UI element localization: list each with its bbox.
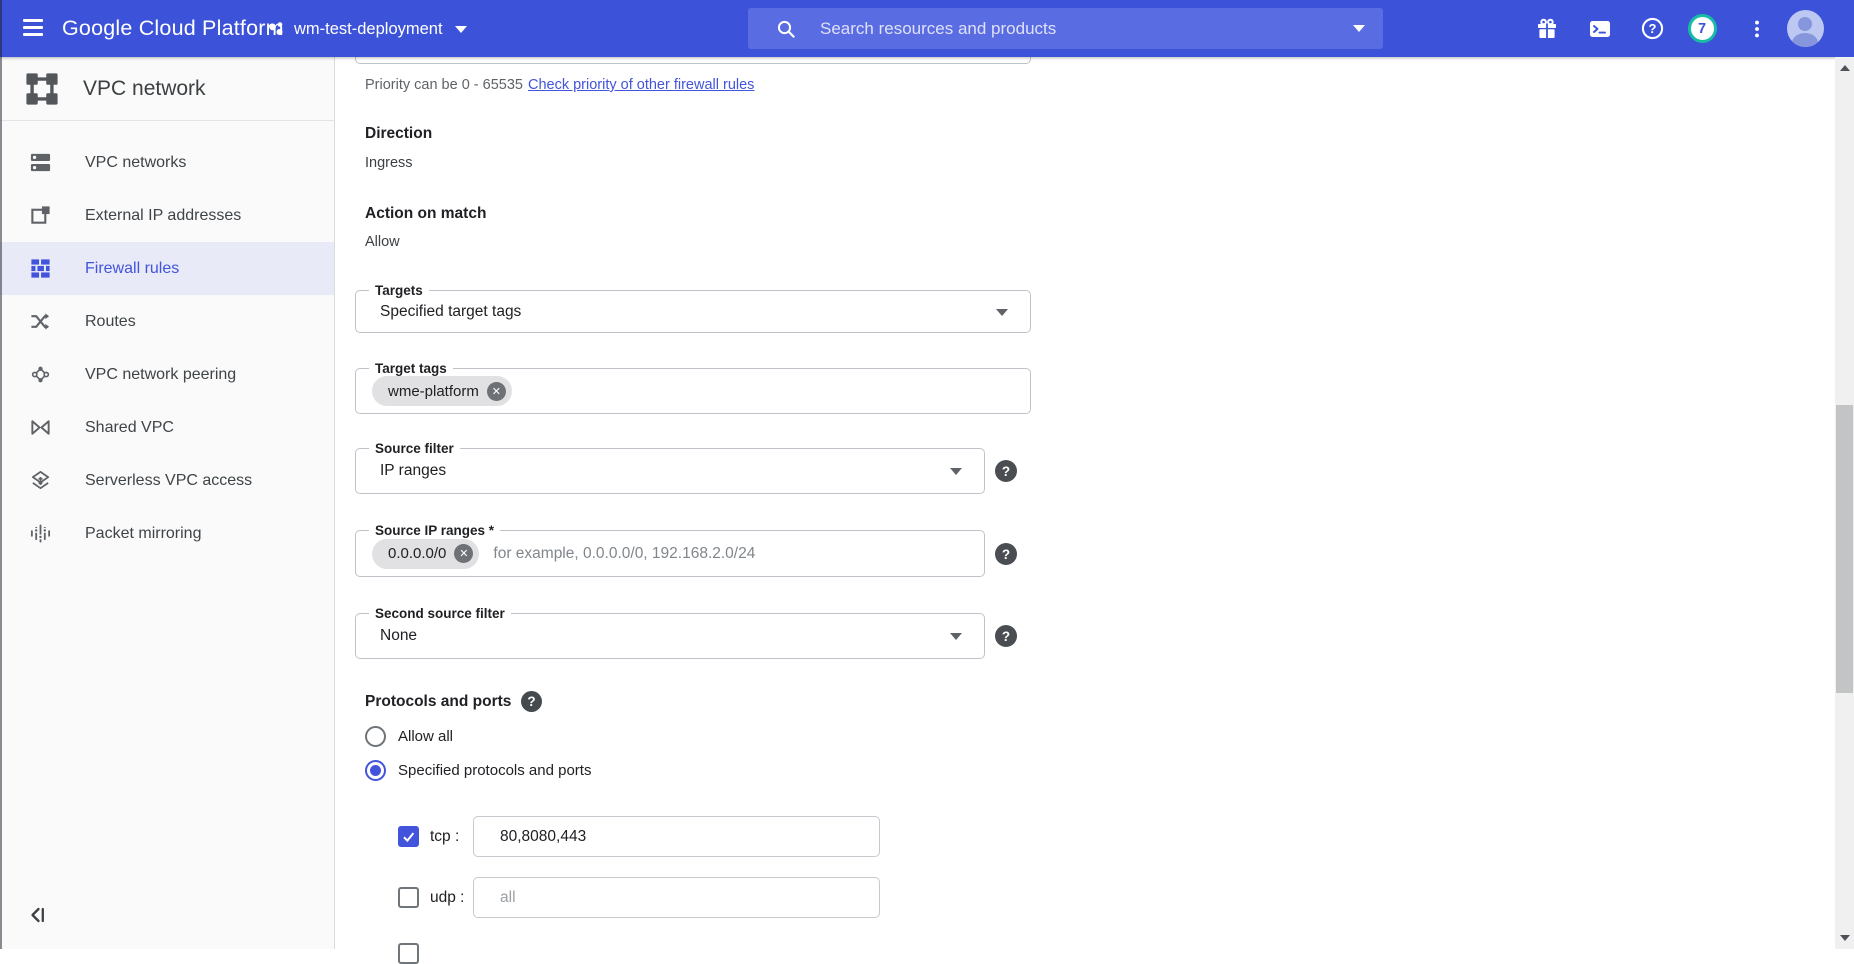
sidebar-item-label: Serverless VPC access	[85, 472, 252, 490]
scroll-up-icon[interactable]	[1840, 65, 1850, 71]
sidebar-item-label: Firewall rules	[85, 260, 179, 278]
cloud-shell-icon[interactable]	[1580, 0, 1620, 57]
search-icon	[776, 19, 796, 39]
udp-label: udp :	[430, 889, 464, 907]
routes-icon	[28, 310, 52, 334]
source-filter-value: IP ranges	[380, 449, 446, 493]
udp-ports-input[interactable]	[473, 877, 880, 918]
avatar[interactable]	[1785, 0, 1825, 57]
chevron-down-icon	[455, 26, 467, 33]
target-tag-chip: wme-platform ✕	[372, 376, 512, 406]
action-heading: Action on match	[365, 205, 486, 223]
sidebar-item-serverless-vpc[interactable]: Serverless VPC access	[0, 454, 334, 507]
sidebar: VPC network VPC networks External IP add…	[0, 57, 335, 949]
chevron-down-icon	[950, 468, 962, 475]
chevron-down-icon	[950, 633, 962, 640]
source-ip-help-icon[interactable]: ?	[995, 543, 1017, 565]
peering-icon	[28, 363, 52, 387]
sidebar-item-routes[interactable]: Routes	[0, 295, 334, 348]
sidebar-header: VPC network	[0, 57, 334, 121]
next-protocol-checkbox-partial[interactable]	[398, 943, 419, 964]
sidebar-title: VPC network	[83, 77, 206, 101]
search-bar[interactable]	[748, 8, 1383, 49]
vpc-network-logo-icon	[25, 72, 59, 106]
sidebar-item-vpc-peering[interactable]: VPC network peering	[0, 348, 334, 401]
notification-count: 7	[1698, 21, 1706, 37]
second-source-filter-value: None	[380, 614, 417, 658]
search-dropdown-icon[interactable]	[1353, 25, 1365, 32]
scroll-down-icon[interactable]	[1840, 935, 1850, 941]
second-source-filter-dropdown[interactable]: Second source filter None	[355, 613, 985, 659]
sidebar-menu: VPC networks External IP addresses Firew…	[0, 136, 334, 560]
sidebar-item-external-ip[interactable]: External IP addresses	[0, 189, 334, 242]
tcp-label: tcp :	[430, 828, 459, 846]
sidebar-item-vpc-networks[interactable]: VPC networks	[0, 136, 334, 189]
targets-dropdown[interactable]: Targets Specified target tags	[355, 290, 1031, 333]
sidebar-item-packet-mirroring[interactable]: Packet mirroring	[0, 507, 334, 560]
tcp-checkbox[interactable]	[398, 826, 419, 847]
collapse-sidebar-icon[interactable]	[26, 903, 50, 927]
source-ip-placeholder: for example, 0.0.0.0/0, 192.168.2.0/24	[493, 545, 755, 563]
sidebar-item-firewall-rules[interactable]: Firewall rules	[0, 242, 334, 295]
chevron-down-icon	[996, 309, 1008, 316]
check-icon	[401, 829, 416, 844]
shared-vpc-icon	[28, 416, 52, 440]
sidebar-item-label: Routes	[85, 313, 136, 331]
brand-title[interactable]: Google Cloud Platform	[62, 16, 284, 41]
svg-text:?: ?	[1648, 21, 1656, 36]
direction-heading: Direction	[365, 125, 432, 143]
project-name: wm-test-deployment	[294, 20, 443, 39]
packet-mirroring-icon	[28, 522, 52, 546]
notifications-badge[interactable]: 7	[1682, 0, 1722, 57]
radio-specified-protocols-label: Specified protocols and ports	[398, 762, 591, 779]
priority-help-text: Priority can be 0 - 65535Check priority …	[365, 77, 754, 93]
sidebar-item-label: Shared VPC	[85, 419, 174, 437]
remove-ip-icon[interactable]: ✕	[454, 544, 473, 563]
radio-allow-all[interactable]	[365, 726, 386, 747]
dns-icon	[28, 151, 52, 175]
source-ip-ranges-field[interactable]: Source IP ranges * 0.0.0.0/0 ✕ for examp…	[355, 530, 985, 577]
check-priority-link[interactable]: Check priority of other firewall rules	[528, 77, 754, 93]
source-ip-chip: 0.0.0.0/0 ✕	[372, 539, 479, 569]
tcp-ports-input[interactable]	[473, 816, 880, 857]
protocols-heading: Protocols and ports	[365, 693, 511, 711]
source-filter-help-icon[interactable]: ?	[995, 460, 1017, 482]
remove-tag-icon[interactable]: ✕	[487, 382, 506, 401]
sidebar-item-label: VPC network peering	[85, 366, 236, 384]
whats-new-gift-icon[interactable]	[1527, 0, 1567, 57]
project-icon	[266, 19, 286, 39]
source-filter-dropdown[interactable]: Source filter IP ranges	[355, 448, 985, 494]
udp-checkbox[interactable]	[398, 887, 419, 908]
scrollbar-thumb[interactable]	[1836, 405, 1853, 693]
priority-field-partial[interactable]	[355, 57, 1031, 64]
sidebar-item-shared-vpc[interactable]: Shared VPC	[0, 401, 334, 454]
action-value: Allow	[365, 234, 400, 250]
radio-specified-protocols[interactable]	[365, 760, 386, 781]
second-source-help-icon[interactable]: ?	[995, 625, 1017, 647]
window-edge	[0, 0, 2, 949]
scrollbar	[1835, 57, 1854, 949]
targets-value: Specified target tags	[380, 291, 521, 332]
help-icon[interactable]: ?	[1632, 0, 1672, 57]
target-tags-field[interactable]: Target tags wme-platform ✕	[355, 368, 1031, 414]
sidebar-item-label: External IP addresses	[85, 207, 241, 225]
protocols-help-icon[interactable]: ?	[521, 691, 542, 712]
search-input[interactable]	[820, 19, 1341, 39]
sidebar-item-label: Packet mirroring	[85, 525, 201, 543]
more-vertical-icon[interactable]	[1737, 0, 1777, 57]
radio-allow-all-label: Allow all	[398, 728, 453, 745]
sidebar-item-label: VPC networks	[85, 154, 186, 172]
app-header: Google Cloud Platform wm-test-deployment	[0, 0, 1854, 57]
menu-icon[interactable]	[23, 19, 43, 37]
direction-value: Ingress	[365, 155, 413, 171]
project-selector[interactable]: wm-test-deployment	[266, 13, 467, 45]
serverless-vpc-icon	[28, 469, 52, 493]
external-ip-icon	[28, 204, 52, 228]
firewall-icon	[28, 257, 52, 281]
